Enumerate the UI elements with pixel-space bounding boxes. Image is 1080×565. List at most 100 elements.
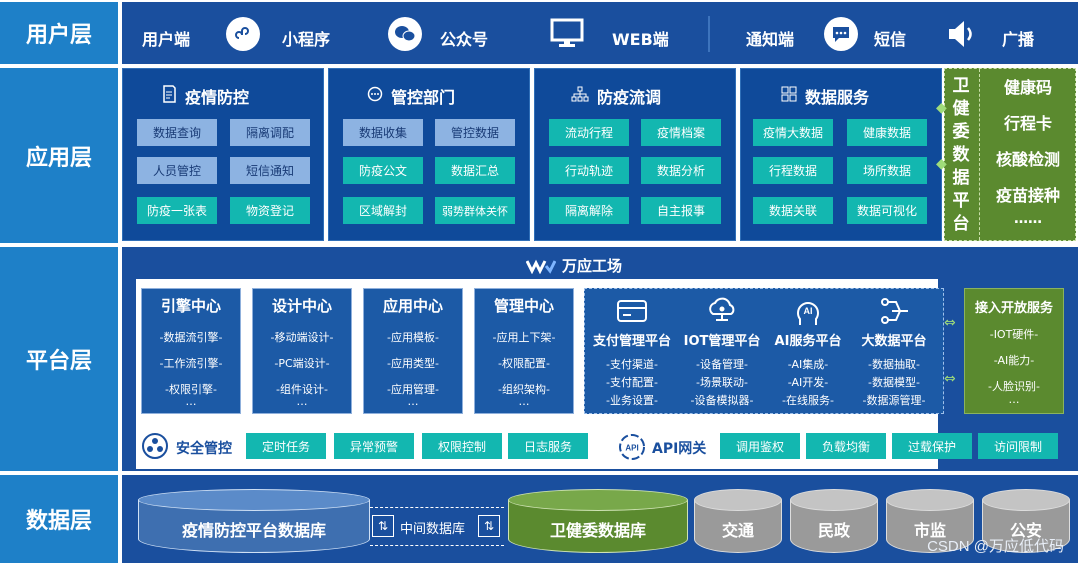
broadcast-label: 广播	[1002, 30, 1035, 49]
app-chip[interactable]: 疫情档案	[641, 119, 721, 146]
svg-text:AI: AI	[804, 306, 813, 316]
app-chip[interactable]: 防疫公文	[343, 157, 423, 184]
app-chip[interactable]: 管控数据	[435, 119, 515, 146]
card-icon	[612, 293, 652, 329]
health-platform-box: 卫健委数据平台 健康码 行程卡 核酸检测 疫苗接种 ……	[944, 68, 1076, 241]
app-chip[interactable]: 区域解封	[343, 197, 423, 224]
app-chip[interactable]: 数据分析	[641, 157, 721, 184]
app-group-title: 数据服务	[805, 88, 870, 107]
manage-center: 管理中心 -应用上下架- -权限配置- -组织架构- …	[474, 288, 574, 414]
health-database: 卫健委数据库	[508, 489, 688, 553]
db-label: 交通	[721, 521, 754, 540]
platform-line: -场景联动-	[696, 376, 748, 389]
open-service-box: 接入开放服务 -IOT硬件- -AI能力- -人脸识别- …	[964, 288, 1064, 414]
platform-line: -业务设置-	[606, 394, 658, 407]
health-item: ……	[1014, 211, 1042, 227]
health-item: 行程卡	[1003, 114, 1052, 133]
app-group-header: 管控部门	[367, 84, 455, 108]
center-line: …	[407, 395, 419, 408]
wechat-label: 公众号	[440, 30, 489, 49]
center-title: 引擎中心	[160, 297, 221, 315]
app-group-header: 数据服务	[781, 84, 869, 108]
mini-program-icon	[226, 17, 260, 51]
app-chip[interactable]: 弱势群体关怀	[435, 197, 515, 224]
security-chip[interactable]: 权限控制	[422, 433, 502, 459]
app-chip[interactable]: 自主报事	[641, 197, 721, 224]
middle-db-label: 中间数据库	[400, 522, 466, 537]
center-line: …	[518, 395, 530, 408]
platform-line: -设备管理-	[696, 358, 748, 371]
platform-layer-band: 万应工场 引擎中心 -数据流引擎- -工作流引擎- -权限引擎- … 设计中心 …	[122, 247, 1078, 471]
app-chip[interactable]: 数据可视化	[847, 197, 927, 224]
platform-line: -设备模拟器-	[690, 394, 754, 407]
security-title: 安全管控	[176, 441, 232, 457]
cylinder-top	[982, 489, 1070, 511]
app-chip[interactable]: 行程数据	[753, 157, 833, 184]
app-group-title: 疫情防控	[185, 88, 250, 107]
org-tree-icon	[571, 86, 589, 106]
app-chip[interactable]: 隔离调配	[230, 119, 310, 146]
center-line: -PC端设计-	[274, 357, 330, 370]
wechat-icon	[388, 17, 422, 51]
app-chip[interactable]: 流动行程	[549, 119, 629, 146]
security-chip[interactable]: 定时任务	[246, 433, 326, 459]
app-chip[interactable]: 物资登记	[230, 197, 310, 224]
double-arrow-icon: ⇔	[944, 371, 956, 387]
app-group-control: 管控部门 数据收集 管控数据 防疫公文 数据汇总 区域解封 弱势群体关怀	[328, 68, 530, 241]
center-line: -应用类型-	[387, 357, 439, 370]
security-icon	[141, 432, 169, 464]
platform-title: 支付管理平台	[592, 334, 671, 349]
notify-end-label: 通知端	[746, 30, 795, 49]
open-service-title: 接入开放服务	[974, 301, 1053, 316]
app-chip[interactable]: 行动轨迹	[549, 157, 629, 184]
brand-name: 万应工场	[562, 257, 623, 275]
app-chip[interactable]: 场所数据	[847, 157, 927, 184]
center-line: -数据流引擎-	[159, 331, 223, 344]
center-line: …	[296, 395, 308, 408]
center-title: 应用中心	[382, 297, 443, 315]
api-chip[interactable]: 负载均衡	[806, 433, 886, 459]
app-chip[interactable]: 防疫一张表	[137, 197, 217, 224]
sync-icon: ⇅	[372, 515, 394, 537]
double-arrow-icon: ◆	[936, 156, 947, 172]
app-chip[interactable]: 数据关联	[753, 197, 833, 224]
app-chip[interactable]: 健康数据	[847, 119, 927, 146]
platform-iot: IOT管理平台 -设备管理- -场景联动- -设备模拟器-	[679, 333, 765, 410]
engine-center: 引擎中心 -数据流引擎- -工作流引擎- -权限引擎- …	[141, 288, 241, 414]
user-layer-band: 用户端 小程序 公众号 WEB端 通知端 短信 广播	[122, 2, 1078, 64]
platform-ai: AI服务平台 -AI集成- -AI开发- -在线服务-	[765, 333, 851, 410]
api-chip[interactable]: 访问限制	[978, 433, 1058, 459]
health-item: 健康码	[1003, 78, 1052, 97]
app-chip[interactable]: 人员管控	[137, 157, 217, 184]
cloud-network-icon	[702, 293, 742, 329]
security-chip[interactable]: 日志服务	[508, 433, 588, 459]
platform-line: -支付渠道-	[606, 358, 658, 371]
platform-line: -在线服务-	[782, 394, 834, 407]
app-chip[interactable]: 隔离解除	[549, 197, 629, 224]
double-arrow-icon: ⇔	[944, 315, 956, 331]
design-center: 设计中心 -移动端设计- -PC端设计- -组件设计- …	[252, 288, 352, 414]
security-chip[interactable]: 异常预警	[334, 433, 414, 459]
app-chip[interactable]: 数据收集	[343, 119, 423, 146]
platform-line: -数据源管理-	[862, 394, 926, 407]
api-chip[interactable]: 过载保护	[892, 433, 972, 459]
platform-title: IOT管理平台	[683, 334, 761, 349]
center-line: -应用上下架-	[492, 331, 556, 344]
app-layer-band: 疫情防控 数据查询 隔离调配 人员管控 短信通知 防疫一张表 物资登记 管控部门…	[122, 68, 1078, 243]
data-layer-band: 疫情防控平台数据库 ⇅ 中间数据库 ⇅ 卫健委数据库 交通 民政 市监 公安 C…	[122, 475, 1078, 563]
platform-bigdata: 大数据平台 -数据抽取- -数据模型- -数据源管理-	[851, 333, 937, 410]
chat-icon	[367, 86, 383, 106]
platform-line: -AI集成-	[787, 358, 829, 371]
app-chip[interactable]: 疫情大数据	[753, 119, 833, 146]
health-item: 疫苗接种	[995, 186, 1060, 205]
app-chip[interactable]: 数据查询	[137, 119, 217, 146]
grid-icon	[781, 86, 797, 106]
double-arrow-icon: ◆	[936, 100, 947, 116]
open-service-line: -IOT硬件-	[989, 328, 1039, 341]
open-service-line: …	[1008, 393, 1020, 406]
app-chip[interactable]: 数据汇总	[435, 157, 515, 184]
app-chip[interactable]: 短信通知	[230, 157, 310, 184]
app-group-header: 防疫流调	[571, 84, 661, 108]
api-chip[interactable]: 调用鉴权	[720, 433, 800, 459]
app-group-title: 防疫流调	[597, 88, 662, 107]
